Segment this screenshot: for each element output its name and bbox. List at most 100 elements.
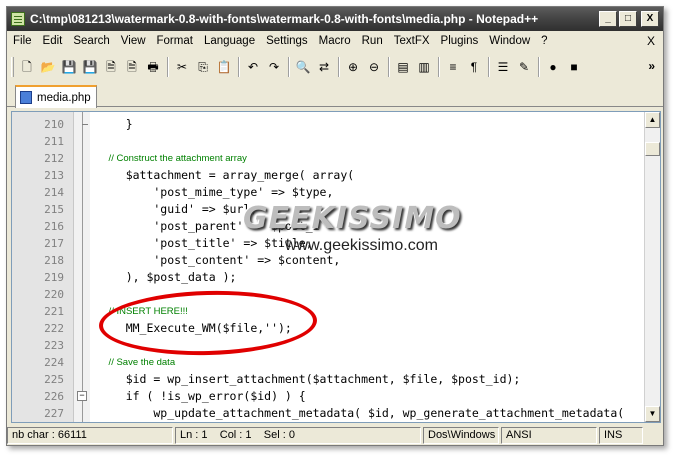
record-macro-icon[interactable]: ● xyxy=(543,57,563,77)
line-number: 214 xyxy=(44,186,64,199)
code-line[interactable]: 214 'post_mime_type' => $type, xyxy=(12,184,642,201)
code-line[interactable]: 213 $attachment = array_merge( array( xyxy=(12,167,642,184)
toolbar-separator xyxy=(167,57,169,77)
cut-icon[interactable]: ✂ xyxy=(172,57,192,77)
status-eol-format: Dos\Windows xyxy=(423,427,499,444)
menu-format[interactable]: Format xyxy=(157,35,193,47)
line-number: 211 xyxy=(44,135,64,148)
minimize-button[interactable]: _ xyxy=(599,11,617,27)
undo-icon[interactable]: ↶ xyxy=(243,57,263,77)
watermark-url: www.geekissimo.com xyxy=(285,237,438,254)
watermark-logo: GEEKISSIMO xyxy=(243,201,462,236)
window-title: C:\tmp\081213\watermark-0.8-with-fonts\w… xyxy=(30,12,539,26)
code-text: ), $post_data ); xyxy=(98,270,237,284)
line-number: 219 xyxy=(44,271,64,284)
vertical-scrollbar[interactable]: ▲ ▼ xyxy=(644,112,660,422)
redo-icon[interactable]: ↷ xyxy=(264,57,284,77)
new-file-icon[interactable]: 🗋 xyxy=(17,57,37,77)
menu-window[interactable]: Window xyxy=(489,35,530,47)
line-number: 226 xyxy=(44,390,64,403)
code-line[interactable]: 210 } xyxy=(12,116,642,133)
replace-icon[interactable]: ⇄ xyxy=(314,57,334,77)
paste-icon[interactable]: 📋 xyxy=(214,57,234,77)
code-text: 'post_mime_type' => $type, xyxy=(98,185,334,199)
show-all-chars-icon[interactable]: ¶ xyxy=(464,57,484,77)
code-line[interactable]: 225 $id = wp_insert_attachment($attachme… xyxy=(12,371,642,388)
maximize-button[interactable]: □ xyxy=(619,11,637,27)
code-line[interactable]: 212 // Construct the attachment array xyxy=(12,150,642,167)
sync-vertical-icon[interactable]: ▤ xyxy=(393,57,413,77)
line-number: 222 xyxy=(44,322,64,335)
save-icon[interactable]: 💾 xyxy=(59,57,79,77)
line-number: 225 xyxy=(44,373,64,386)
line-number: 213 xyxy=(44,169,64,182)
tab-label: media.php xyxy=(37,91,91,104)
line-number: 218 xyxy=(44,254,64,267)
code-line[interactable]: 219 ), $post_data ); xyxy=(12,269,642,286)
status-char-count: nb char : 66111 xyxy=(7,427,173,444)
menu-edit[interactable]: Edit xyxy=(43,35,63,47)
toolbar-separator xyxy=(338,57,340,77)
menu-file[interactable]: File xyxy=(13,35,32,47)
code-text: $id = wp_insert_attachment($attachment, … xyxy=(98,372,521,386)
toolbar-separator xyxy=(388,57,390,77)
line-number: 210 xyxy=(44,118,64,131)
tab-media-php[interactable]: media.php xyxy=(15,85,97,108)
toolbar: 🗋 📂 💾 💾 🗎 🗎 🖶 ✂ ⎘ 📋 ↶ ↷ 🔍 ⇄ ⊕ ⊖ ▤ ▥ ≡ ¶ ☰ ✎ ● ■» xyxy=(7,53,663,81)
copy-icon[interactable]: ⎘ xyxy=(193,57,213,77)
close-all-icon[interactable]: 🗎 xyxy=(122,57,142,77)
menu-view[interactable]: View xyxy=(121,35,146,47)
code-line[interactable]: 220 xyxy=(12,286,642,303)
word-wrap-icon[interactable]: ≡ xyxy=(443,57,463,77)
code-line[interactable]: 223 xyxy=(12,337,642,354)
toolbar-separator xyxy=(288,57,290,77)
code-text: 'post_title' => $title, xyxy=(98,236,313,250)
code-text: $attachment = array_merge( array( xyxy=(98,168,355,182)
save-all-icon[interactable]: 💾 xyxy=(80,57,100,77)
menu-textfx[interactable]: TextFX xyxy=(394,35,430,47)
user-lang-icon[interactable]: ✎ xyxy=(514,57,534,77)
line-number: 227 xyxy=(44,407,64,420)
open-file-icon[interactable]: 📂 xyxy=(38,57,58,77)
scroll-down-icon[interactable]: ▼ xyxy=(645,406,660,422)
code-line[interactable]: 224 // Save the data xyxy=(12,354,642,371)
code-text: } xyxy=(98,117,133,131)
close-button[interactable]: X xyxy=(641,11,659,27)
menu-language[interactable]: Language xyxy=(204,35,255,47)
menu-macro[interactable]: Macro xyxy=(319,35,351,47)
title-bar[interactable]: C:\tmp\081213\watermark-0.8-with-fonts\w… xyxy=(7,7,663,31)
line-number: 215 xyxy=(44,203,64,216)
scroll-thumb[interactable] xyxy=(645,142,660,156)
code-editor[interactable]: − 210 } 211 212 // Construct the attachmen… xyxy=(11,111,661,423)
toolbar-separator xyxy=(438,57,440,77)
print-icon[interactable]: 🖶 xyxy=(143,57,163,77)
zoom-in-icon[interactable]: ⊕ xyxy=(343,57,363,77)
stop-macro-icon[interactable]: ■ xyxy=(564,57,584,77)
line-number: 220 xyxy=(44,288,64,301)
code-comment: // Save the data xyxy=(98,357,176,368)
scroll-up-icon[interactable]: ▲ xyxy=(645,112,660,128)
menu-run[interactable]: Run xyxy=(362,35,383,47)
toolbar-overflow-icon[interactable]: » xyxy=(648,59,655,73)
code-line[interactable]: 211 xyxy=(12,133,642,150)
code-line[interactable]: 227 wp_update_attachment_metadata( $id, … xyxy=(12,405,642,422)
line-number: 217 xyxy=(44,237,64,250)
code-line[interactable]: 226 if ( !is_wp_error($id) ) { xyxy=(12,388,642,405)
document-close-button[interactable]: X xyxy=(647,34,655,48)
status-cursor-position: Ln : 1 Col : 1 Sel : 0 xyxy=(175,427,421,444)
menu-plugins[interactable]: Plugins xyxy=(441,35,479,47)
menu-search[interactable]: Search xyxy=(73,35,109,47)
window-controls: _ □ X xyxy=(599,11,659,27)
close-file-icon[interactable]: 🗎 xyxy=(101,57,121,77)
find-icon[interactable]: 🔍 xyxy=(293,57,313,77)
line-number: 221 xyxy=(44,305,64,318)
indent-guide-icon[interactable]: ☰ xyxy=(493,57,513,77)
sync-horizontal-icon[interactable]: ▥ xyxy=(414,57,434,77)
menu-help[interactable]: ? xyxy=(541,35,547,47)
zoom-out-icon[interactable]: ⊖ xyxy=(364,57,384,77)
toolbar-separator xyxy=(238,57,240,77)
toolbar-grip[interactable] xyxy=(11,57,14,77)
line-number: 212 xyxy=(44,152,64,165)
menu-settings[interactable]: Settings xyxy=(266,35,308,47)
code-text: if ( !is_wp_error($id) ) { xyxy=(98,389,306,403)
